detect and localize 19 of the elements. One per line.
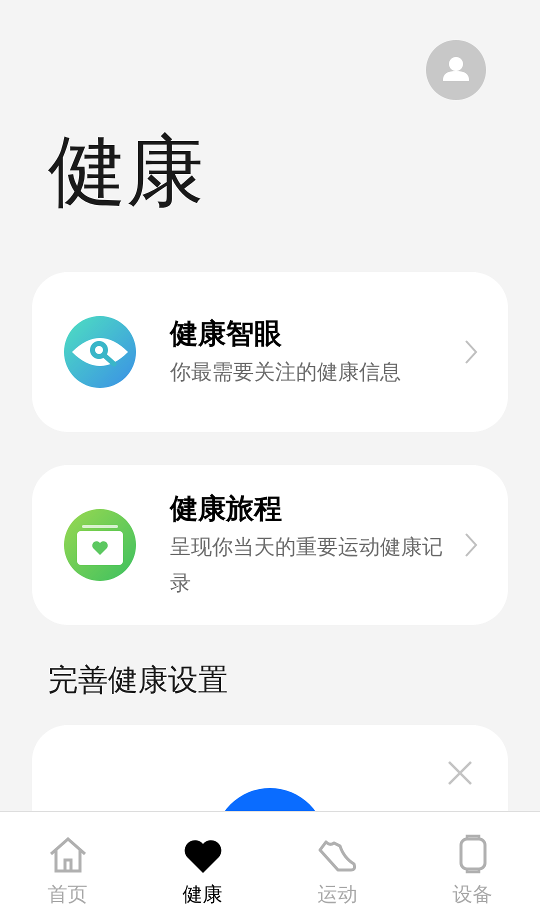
nav-tab[interactable]: 健康 [135,812,270,924]
card-title: 健康智眼 [170,316,283,352]
feature-card[interactable]: 健康智眼 你最需要关注的健康信息 [32,272,508,432]
watch-icon [458,834,486,874]
shoe-icon [318,838,358,874]
eye-icon [64,316,136,388]
card-subtitle: 你最需要关注的健康信息 [170,359,402,386]
avatar-icon[interactable] [426,40,486,100]
close-icon[interactable] [448,761,472,785]
section-heading: 完善健康设置 [48,662,229,700]
feature-card[interactable]: 健康旅程 呈现你当天的重要运动健康记录 [32,465,508,625]
heart-icon [182,838,222,874]
card-title: 健康旅程 [170,491,283,527]
home-icon [48,836,86,874]
page-title: 健康 [48,126,205,219]
chevron-icon [464,532,478,558]
chevron-icon [464,339,478,365]
card-subtitle: 呈现你当天的重要运动健康记录 [170,534,444,597]
journal-icon [64,509,136,581]
